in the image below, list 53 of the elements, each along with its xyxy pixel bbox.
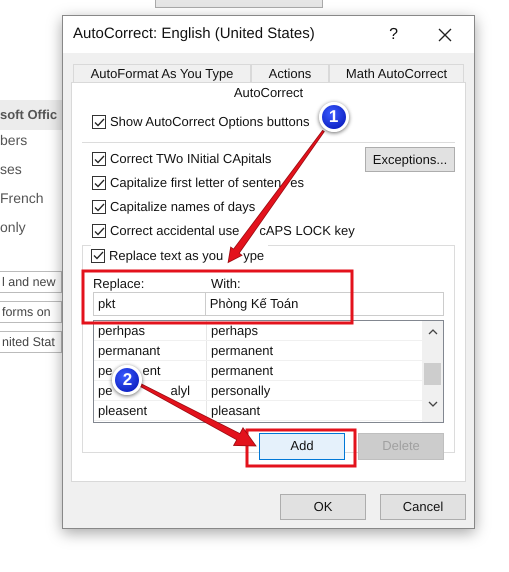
ok-button[interactable]: OK (280, 494, 366, 520)
table-cell-text: pleasant (210, 402, 260, 420)
table-cell-text: pe (98, 362, 112, 380)
option-text: only (0, 218, 27, 237)
checkbox-label: Correct TWo INitial CApitals (110, 150, 272, 168)
text-field[interactable] (155, 0, 323, 8)
replace-field[interactable]: pkt (93, 292, 206, 316)
help-button[interactable]: ? (389, 22, 398, 46)
table-cell-text: personally (210, 382, 270, 400)
close-icon[interactable] (438, 28, 452, 42)
table-cell-text: permanent (210, 342, 274, 360)
cancel-button[interactable]: Cancel (380, 494, 466, 520)
exceptions-button[interactable]: Exceptions... (365, 147, 455, 172)
checkbox[interactable] (92, 224, 106, 238)
checkbox[interactable] (91, 248, 105, 262)
section-heading: soft Offic (0, 100, 62, 130)
table-cell: perhpas (94, 320, 207, 340)
scroll-thumb[interactable] (424, 362, 441, 384)
field-label: With: (211, 274, 241, 292)
checkbox-label: cAPS LOCK key (259, 222, 355, 240)
checkbox-label: Correct accidental use (110, 222, 240, 240)
tab[interactable]: Math AutoCorrect (329, 64, 464, 82)
checkbox-label: Capitalize first letter of senten (110, 174, 282, 192)
window-title: AutoCorrect: English (United States) (73, 24, 315, 44)
field-label: Replace: (93, 274, 146, 292)
option-text: French (0, 189, 45, 208)
scrollbar[interactable] (422, 320, 443, 422)
list-row[interactable]: perhpas perhaps (94, 320, 422, 340)
option-text: ses (0, 160, 23, 179)
checkbox-label: Capitalize names of days (110, 198, 256, 216)
table-cell-text: perhaps (210, 322, 258, 340)
scroll-down-icon[interactable] (428, 400, 438, 406)
tab[interactable]: Actions (251, 64, 329, 82)
table-cell-text: permanent (210, 362, 274, 380)
table-cell-text: alyl (170, 382, 190, 400)
tab[interactable]: AutoCorrect (71, 82, 466, 102)
checkbox-label: Show AutoCorrect Options buttons (110, 113, 310, 132)
list-row[interactable]: permanant permanent (94, 340, 422, 360)
table-cell: permanant (94, 340, 207, 360)
add-button[interactable]: Add (259, 432, 345, 460)
checkbox[interactable] (92, 176, 106, 190)
tab[interactable]: AutoFormat As You Type (73, 64, 251, 82)
checkbox-label: ype (243, 246, 264, 265)
checkbox[interactable] (92, 152, 106, 166)
with-field[interactable]: Phòng Kế Toán (206, 292, 444, 316)
option-text: bers (0, 131, 28, 150)
table-cell-text: pe (98, 382, 112, 400)
checkbox-label: es (290, 174, 304, 192)
checkbox-label: Replace text as you (109, 246, 224, 265)
checkbox[interactable] (92, 115, 106, 129)
scroll-up-icon[interactable] (428, 328, 438, 334)
checkbox[interactable] (92, 200, 106, 214)
table-cell-text: ent (142, 362, 161, 380)
